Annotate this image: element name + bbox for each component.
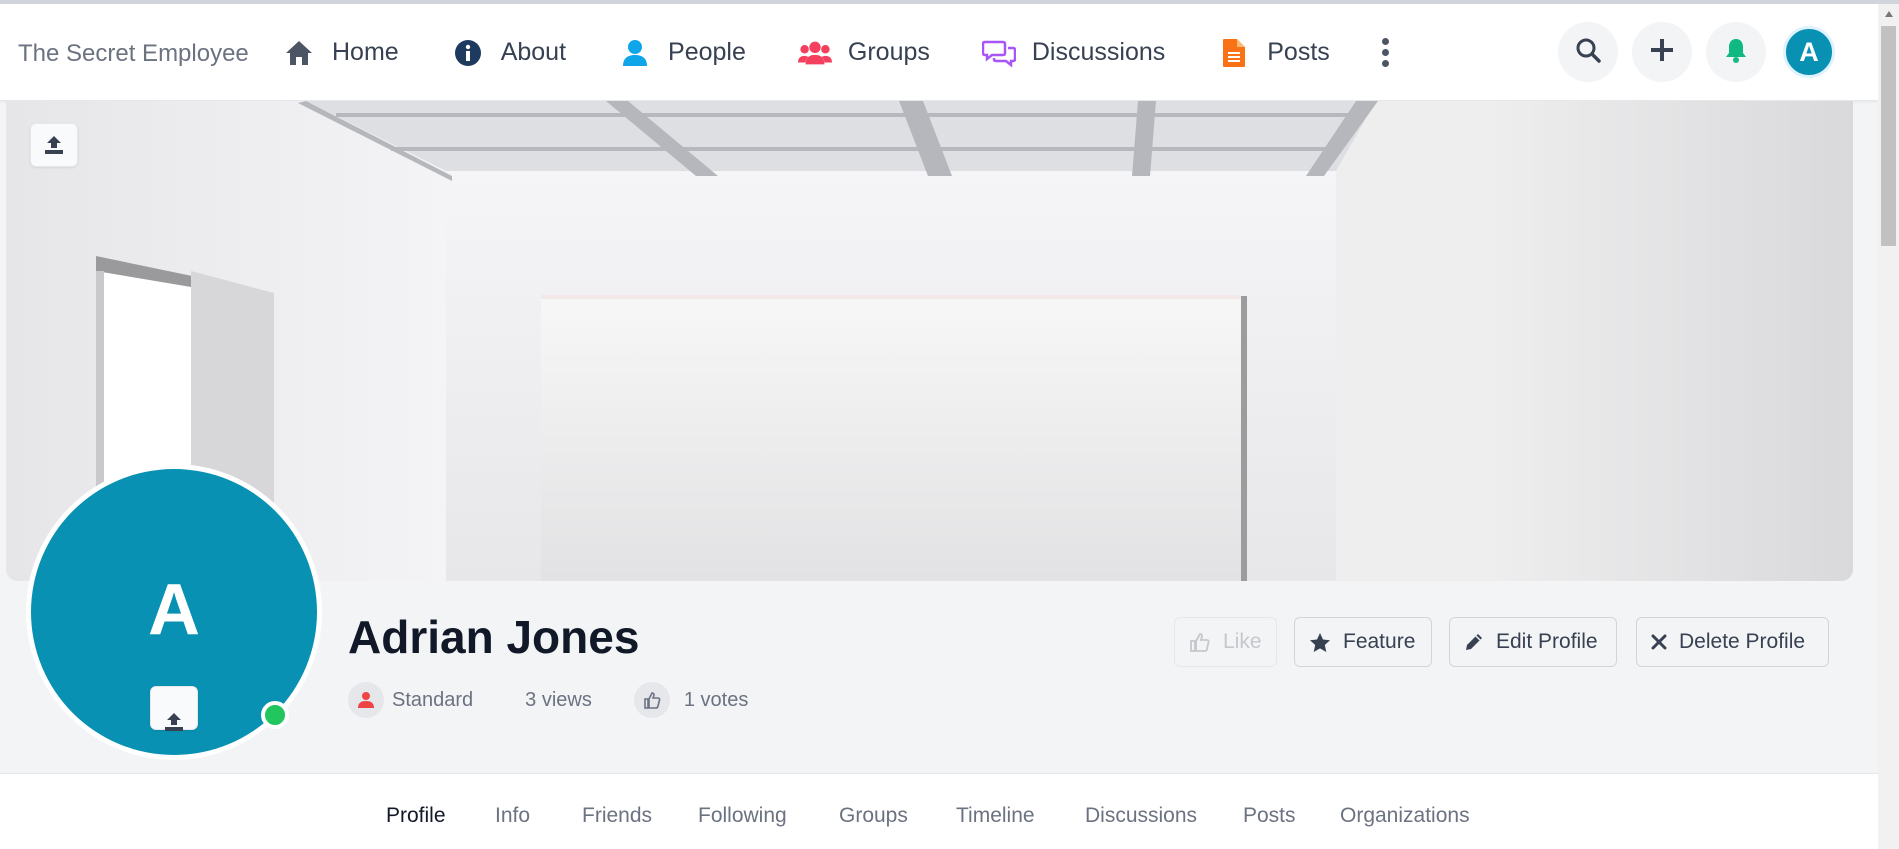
users-icon <box>797 36 832 70</box>
nav-label-people: People <box>668 38 746 66</box>
nav-label-posts: Posts <box>1267 38 1330 66</box>
tab-discussions[interactable]: Discussions <box>1085 804 1197 828</box>
page-scrollbar[interactable] <box>1878 4 1899 849</box>
user-role-icon <box>348 682 384 718</box>
feature-button[interactable]: Feature <box>1294 617 1432 667</box>
tab-following[interactable]: Following <box>698 804 787 828</box>
profile-role: Standard <box>392 688 474 711</box>
top-navbar: The Secret Employee Home About People Gr… <box>0 4 1878 101</box>
user-icon <box>618 36 652 70</box>
home-icon <box>282 36 316 70</box>
main-nav: Home About People Groups Discussions Pos… <box>282 4 1396 101</box>
create-button[interactable] <box>1632 22 1692 82</box>
scroll-thumb[interactable] <box>1881 26 1896 246</box>
tab-profile[interactable]: Profile <box>386 804 446 828</box>
upload-icon <box>43 135 65 155</box>
tab-info[interactable]: Info <box>495 804 530 828</box>
brand-name[interactable]: The Secret Employee <box>18 40 249 68</box>
nav-item-posts[interactable]: Posts <box>1217 4 1330 101</box>
edit-profile-button[interactable]: Edit Profile <box>1449 617 1617 667</box>
nav-item-discussions[interactable]: Discussions <box>981 4 1166 101</box>
search-icon <box>1575 37 1601 68</box>
nav-item-about[interactable]: About <box>451 4 566 101</box>
tab-friends[interactable]: Friends <box>582 804 652 828</box>
cover-upload-button[interactable] <box>30 123 78 167</box>
more-vertical-icon[interactable] <box>1376 33 1396 73</box>
like-label: Like <box>1223 630 1262 653</box>
nav-item-people[interactable]: People <box>618 4 746 101</box>
user-avatar-menu[interactable]: A <box>1783 26 1835 78</box>
edit-profile-label: Edit Profile <box>1496 630 1598 653</box>
info-circle-icon <box>451 36 485 70</box>
avatar-upload-button[interactable] <box>150 686 198 731</box>
tab-groups[interactable]: Groups <box>839 804 908 828</box>
bell-icon <box>1724 37 1748 68</box>
nav-label-discussions: Discussions <box>1031 38 1166 66</box>
comments-icon <box>981 36 1016 70</box>
profile-votes: 1 votes <box>683 688 749 711</box>
delete-profile-button[interactable]: Delete Profile <box>1636 617 1829 667</box>
profile-meta: Standard 3 views 1 votes <box>348 682 748 718</box>
pencil-icon <box>1464 632 1484 652</box>
cover-gallery-image <box>6 101 1853 581</box>
close-icon <box>1651 634 1667 650</box>
profile-views: 3 views <box>525 688 592 711</box>
file-icon <box>1217 36 1251 70</box>
profile-tabs: Profile Info Friends Following Groups Ti… <box>0 773 1878 849</box>
nav-label-home: Home <box>332 38 399 66</box>
delete-profile-label: Delete Profile <box>1679 630 1806 653</box>
nav-item-home[interactable]: Home <box>282 4 399 101</box>
tab-organizations[interactable]: Organizations <box>1340 804 1470 828</box>
cover-photo <box>6 101 1853 581</box>
scroll-up-arrow-icon[interactable] <box>1878 4 1899 24</box>
tab-timeline[interactable]: Timeline <box>956 804 1035 828</box>
online-status-dot <box>261 701 289 729</box>
upload-icon <box>163 667 185 749</box>
like-button[interactable]: Like <box>1174 617 1277 667</box>
tab-posts[interactable]: Posts <box>1243 804 1296 828</box>
thumbs-up-icon <box>633 682 670 718</box>
thumbs-up-outline-icon <box>1189 632 1211 652</box>
nav-label-about: About <box>500 38 567 66</box>
star-icon <box>1309 632 1331 653</box>
nav-item-groups[interactable]: Groups <box>797 4 930 101</box>
profile-name: Adrian Jones <box>348 611 640 663</box>
plus-icon <box>1649 37 1675 68</box>
profile-avatar-letter: A <box>148 570 200 650</box>
search-button[interactable] <box>1558 22 1618 82</box>
nav-label-groups: Groups <box>847 38 930 66</box>
feature-label: Feature <box>1343 630 1416 653</box>
notifications-button[interactable] <box>1706 22 1766 82</box>
